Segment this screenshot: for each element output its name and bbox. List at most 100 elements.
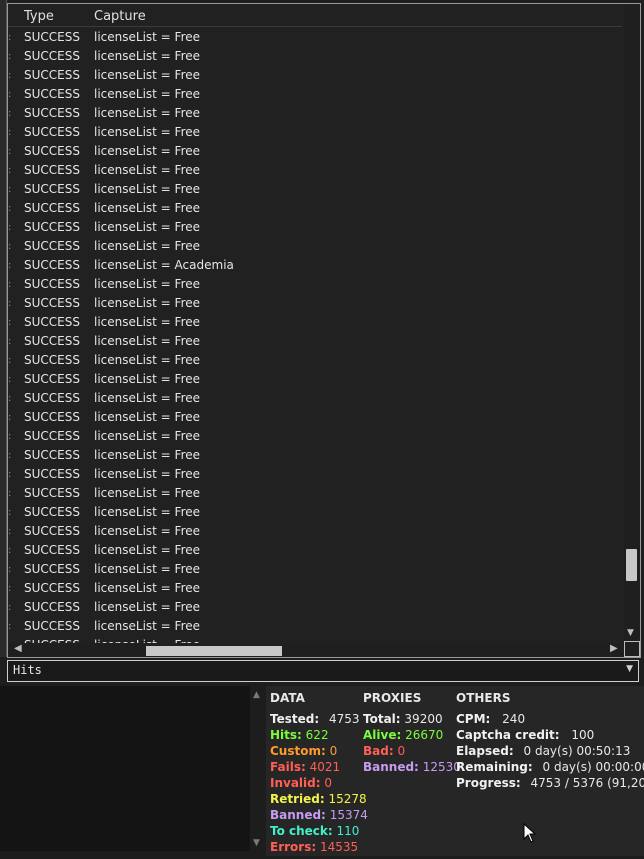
cell-capture: licenseList = Free [94, 30, 201, 44]
table-row[interactable]: : SUCCESS licenseList = Free [8, 465, 622, 484]
table-row[interactable]: : SUCCESS licenseList = Free [8, 275, 622, 294]
table-row[interactable]: : SUCCESS licenseList = Free [8, 294, 622, 313]
cell-capture: licenseList = Free [94, 49, 201, 63]
table-row[interactable]: : SUCCESS licenseList = Free [8, 199, 622, 218]
table-row[interactable]: : SUCCESS licenseList = Free [8, 579, 622, 598]
table-row[interactable]: : SUCCESS licenseList = Free [8, 427, 622, 446]
log-scrollbar[interactable]: ▲ ▼ [250, 686, 264, 851]
cell-capture: licenseList = Free [94, 334, 201, 348]
table-row[interactable]: : SUCCESS licenseList = Free [8, 503, 622, 522]
row-indicator: : [8, 241, 12, 252]
cell-type: SUCCESS [24, 334, 80, 348]
horizontal-scroll-thumb[interactable] [146, 646, 282, 656]
stat-cpm: CPM: 240 [456, 712, 526, 726]
cell-type: SUCCESS [24, 600, 80, 614]
row-indicator: : [8, 279, 12, 290]
scroll-right-arrow-icon[interactable]: ▶ [610, 643, 618, 654]
table-row[interactable]: : SUCCESS licenseList = Free [8, 598, 622, 617]
table-row[interactable]: : SUCCESS licenseList = Free [8, 332, 622, 351]
vertical-scroll-thumb[interactable] [626, 549, 637, 581]
vertical-scrollbar[interactable]: ▼ [624, 4, 640, 644]
cell-capture: licenseList = Free [94, 144, 201, 158]
scroll-down-arrow-icon[interactable]: ▼ [253, 838, 260, 848]
cell-capture: licenseList = Free [94, 619, 201, 633]
scroll-down-arrow-icon[interactable]: ▼ [627, 628, 634, 638]
stat-hits: Hits: 622 [270, 728, 329, 742]
cell-capture: licenseList = Free [94, 543, 201, 557]
cell-capture: licenseList = Free [94, 277, 201, 291]
table-row[interactable]: : SUCCESS licenseList = Free [8, 617, 622, 636]
cell-type: SUCCESS [24, 543, 80, 557]
table-row[interactable]: : SUCCESS licenseList = Free [8, 180, 622, 199]
table-row[interactable]: : SUCCESS licenseList = Free [8, 161, 622, 180]
table-row[interactable]: : SUCCESS licenseList = Free [8, 522, 622, 541]
row-indicator: : [8, 165, 12, 176]
stats-panel: DATA Tested: 4753 Hits: 622 Custom: 0 Fa… [266, 686, 644, 856]
table-row[interactable]: : SUCCESS licenseList = Free [8, 389, 622, 408]
row-indicator: : [8, 412, 12, 423]
table-row[interactable]: : SUCCESS licenseList = Academia [8, 256, 622, 275]
table-row[interactable]: : SUCCESS licenseList = Free [8, 370, 622, 389]
column-header-type[interactable]: Type [24, 9, 54, 24]
row-indicator: : [8, 146, 12, 157]
stat-to-check: To check: 110 [270, 824, 360, 838]
cell-type: SUCCESS [24, 220, 80, 234]
table-row[interactable]: : SUCCESS licenseList = Free [8, 351, 622, 370]
table-row[interactable]: : SUCCESS licenseList = Free [8, 313, 622, 332]
stat-errors: Errors: 14535 [270, 840, 359, 854]
cell-type: SUCCESS [24, 524, 80, 538]
stat-proxies-alive: Alive: 26670 [363, 728, 444, 742]
table-row[interactable]: : SUCCESS licenseList = Free [8, 237, 622, 256]
results-filter-dropdown[interactable]: Hits ▼ [7, 660, 639, 682]
log-output-box[interactable] [0, 686, 264, 851]
table-row[interactable]: : SUCCESS licenseList = Free [8, 47, 622, 66]
table-row[interactable]: : SUCCESS licenseList = Free [8, 218, 622, 237]
cell-capture: licenseList = Free [94, 581, 201, 595]
cell-type: SUCCESS [24, 636, 80, 643]
cell-capture: licenseList = Free [94, 201, 201, 215]
table-row[interactable]: : SUCCESS licenseList = Free [8, 446, 622, 465]
cell-type: SUCCESS [24, 619, 80, 633]
table-row[interactable]: : SUCCESS licenseList = Free [8, 66, 622, 85]
cell-capture: licenseList = Free [94, 410, 201, 424]
cell-type: SUCCESS [24, 410, 80, 424]
chevron-down-icon[interactable]: ▼ [626, 664, 633, 674]
table-row[interactable]: : SUCCESS licenseList = Free [8, 85, 622, 104]
row-indicator: : [8, 260, 12, 271]
dropdown-selected-value: Hits [13, 663, 42, 677]
column-header-capture[interactable]: Capture [94, 9, 146, 24]
cell-type: SUCCESS [24, 391, 80, 405]
row-indicator: : [8, 469, 12, 480]
cell-capture: licenseList = Free [94, 239, 201, 253]
cell-type: SUCCESS [24, 106, 80, 120]
cell-type: SUCCESS [24, 239, 80, 253]
table-row[interactable]: : SUCCESS licenseList = Free [8, 408, 622, 427]
table-row[interactable]: : SUCCESS licenseList = Free [8, 142, 622, 161]
cell-type: SUCCESS [24, 163, 80, 177]
cell-capture: licenseList = Free [94, 467, 201, 481]
stat-proxies-total: Total: 39200 [363, 712, 443, 726]
table-row[interactable]: : SUCCESS licenseList = Free [8, 560, 622, 579]
horizontal-scrollbar[interactable]: ◀ ▶ [8, 643, 624, 657]
table-row[interactable]: : SUCCESS licenseList = Free [8, 636, 622, 643]
scroll-left-arrow-icon[interactable]: ◀ [14, 643, 22, 654]
stat-elapsed: Elapsed: 0 day(s) 00:50:13 [456, 744, 631, 758]
table-row[interactable]: : SUCCESS licenseList = Free [8, 28, 622, 47]
scroll-up-arrow-icon[interactable]: ▲ [253, 690, 260, 700]
stat-custom: Custom: 0 [270, 744, 338, 758]
table-row[interactable]: : SUCCESS licenseList = Free [8, 104, 622, 123]
table-row[interactable]: : SUCCESS licenseList = Free [8, 541, 622, 560]
row-indicator: : [8, 393, 12, 404]
stat-remaining: Remaining: 0 day(s) 00:00:00 [456, 760, 644, 774]
cell-type: SUCCESS [24, 125, 80, 139]
left-splitter[interactable] [0, 0, 7, 657]
cell-capture: licenseList = Free [94, 486, 201, 500]
table-row[interactable]: : SUCCESS licenseList = Free [8, 484, 622, 503]
grid-body: : SUCCESS licenseList = Free: SUCCESS licens… [8, 28, 622, 643]
row-indicator: : [8, 583, 12, 594]
row-indicator: : [8, 203, 12, 214]
cell-capture: licenseList = Free [94, 562, 201, 576]
cell-capture: licenseList = Free [94, 182, 201, 196]
stat-tested: Tested: 4753 [270, 712, 360, 726]
table-row[interactable]: : SUCCESS licenseList = Free [8, 123, 622, 142]
